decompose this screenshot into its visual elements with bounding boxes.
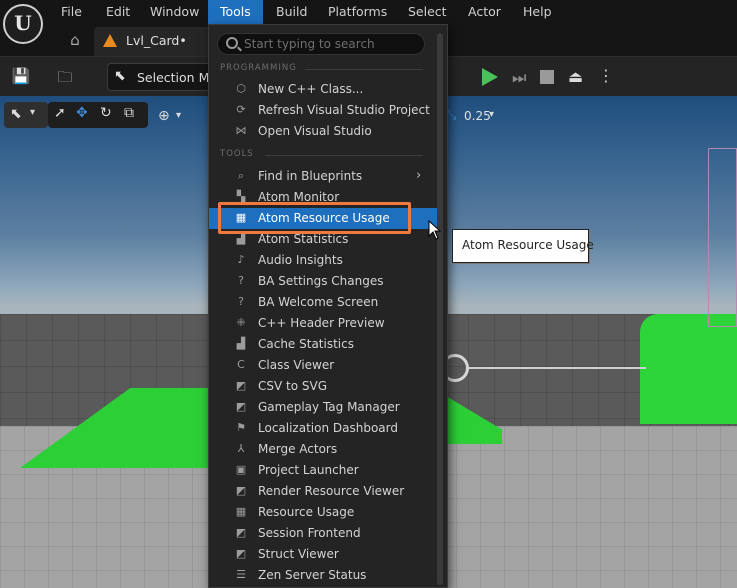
tooltip: Atom Resource Usage (452, 229, 594, 263)
menu-edit[interactable]: Edit (94, 0, 142, 24)
play-controls: ⏭ ⏏ ⋮ (476, 61, 616, 93)
menu-item-session-frontend[interactable]: ◩ Session Frontend (209, 523, 429, 544)
menu-item-new-cpp-class[interactable]: ⬡ New C++ Class... (209, 79, 429, 100)
menu-scrollbar[interactable] (437, 33, 443, 585)
menu-item-zen-server-status[interactable]: ☰ Zen Server Status (209, 565, 429, 586)
class-icon: C (237, 358, 245, 371)
save-icon[interactable]: 💾 (10, 67, 32, 87)
selection-outline (708, 148, 737, 327)
transform-tools: ➚ ✥ ↻ ⧉ (48, 102, 148, 128)
struct-icon: ◩ (235, 547, 247, 560)
menu-item-ba-settings-changes[interactable]: ? BA Settings Changes (209, 271, 429, 292)
home-icon[interactable]: ⌂ (65, 31, 85, 49)
folder-search-icon[interactable]: 🗀 (54, 67, 76, 87)
step-forward-icon[interactable]: ⏭ (512, 68, 528, 87)
tag-icon: ◩ (235, 400, 247, 413)
chevron-right-icon: › (416, 168, 422, 183)
menu-item-struct-viewer[interactable]: ◩ Struct Viewer (209, 544, 429, 565)
menu-item-class-viewer[interactable]: C Class Viewer (209, 355, 429, 376)
gizmo-axis-line (466, 367, 646, 369)
level-tab[interactable]: Lvl_Card• (94, 27, 214, 56)
mouse-cursor-icon (428, 220, 442, 240)
table-icon: ▦ (235, 505, 247, 518)
refresh-icon: ⟳ (236, 103, 246, 116)
select-tool-icon[interactable]: ➚ (54, 105, 66, 127)
select-cursor-icon: ⬉ (114, 68, 126, 84)
search-icon (226, 37, 238, 49)
menu-tools[interactable]: Tools (208, 0, 263, 24)
chevron-down-icon: ▾ (176, 110, 182, 121)
section-header-tools: TOOLS (220, 149, 254, 159)
menu-search-box[interactable] (217, 33, 425, 55)
header-preview-icon: ⁜ (236, 316, 246, 329)
menu-item-cache-statistics[interactable]: ▟ Cache Statistics (209, 334, 429, 355)
menu-actor[interactable]: Actor (456, 0, 513, 24)
merge-icon: ⅄ (237, 442, 245, 455)
rotate-tool-icon[interactable]: ↻ (100, 105, 112, 127)
menu-item-gameplay-tag-manager[interactable]: ◩ Gameplay Tag Manager (209, 397, 429, 418)
bar-chart-icon: ▟ (236, 232, 246, 245)
menu-item-audio-insights[interactable]: ♪ Audio Insights (209, 250, 429, 271)
menu-build[interactable]: Build (264, 0, 319, 24)
menu-item-csv-to-svg[interactable]: ◩ CSV to SVG (209, 376, 429, 397)
logo-glyph: U (14, 11, 32, 35)
selection-mode-dropdown[interactable]: ⬉ Selection Mode (107, 63, 217, 91)
move-tool-icon[interactable]: ✥ (76, 105, 88, 127)
menu-search-input[interactable] (244, 36, 420, 52)
highlight-annotation (218, 202, 411, 234)
stop-icon[interactable] (540, 70, 554, 84)
world-local-icon[interactable]: ⊕ (158, 108, 170, 130)
section-divider (265, 155, 423, 156)
menu-item-refresh-visual-studio[interactable]: ⟳ Refresh Visual Studio Project (209, 100, 429, 121)
unreal-logo[interactable]: U (3, 4, 43, 44)
selection-mode-label: Selection Mode (137, 70, 215, 85)
select-cursor-icon: ⬉ (10, 106, 22, 122)
flag-icon: ⚑ (236, 421, 246, 434)
viewport-options-button[interactable]: ⬉ ▾ (4, 102, 48, 128)
level-icon (103, 34, 117, 47)
scale-tool-icon[interactable]: ⧉ (124, 105, 134, 127)
convert-icon: ◩ (235, 379, 247, 392)
scale-snap-value[interactable]: 0.25 (464, 109, 491, 123)
cpp-class-icon: ⬡ (236, 82, 246, 95)
menu-item-cpp-header-preview[interactable]: ⁜ C++ Header Preview (209, 313, 429, 334)
bar-chart-icon: ▟ (236, 337, 246, 350)
menu-item-resource-usage[interactable]: ▦ Resource Usage (209, 502, 429, 523)
eject-icon[interactable]: ⏏ (568, 67, 588, 87)
menu-file[interactable]: File (49, 0, 94, 24)
search-icon: ⌕ (237, 169, 245, 182)
more-options-icon[interactable]: ⋮ (598, 66, 614, 88)
menu-item-open-visual-studio[interactable]: ⋈ Open Visual Studio (209, 121, 429, 142)
menu-window[interactable]: Window (138, 0, 211, 24)
menu-item-render-resource-viewer[interactable]: ◩ Render Resource Viewer (209, 481, 429, 502)
menu-item-merge-actors[interactable]: ⅄ Merge Actors (209, 439, 429, 460)
green-cylinder (640, 314, 737, 424)
section-header-programming: PROGRAMMING (220, 63, 297, 73)
menu-item-localization-dashboard[interactable]: ⚑ Localization Dashboard (209, 418, 429, 439)
chevron-down-icon: ▾ (489, 109, 495, 120)
session-icon: ◩ (235, 526, 247, 539)
menu-item-ba-welcome-screen[interactable]: ? BA Welcome Screen (209, 292, 429, 313)
server-icon: ☰ (236, 568, 246, 581)
viewer-icon: ◩ (235, 484, 247, 497)
help-icon: ? (238, 295, 244, 308)
help-icon: ? (238, 274, 244, 287)
level-tab-label: Lvl_Card• (126, 33, 187, 48)
chevron-down-icon: ▾ (30, 107, 36, 118)
menu-select[interactable]: Select (396, 0, 459, 24)
menu-item-project-launcher[interactable]: ▣ Project Launcher (209, 460, 429, 481)
menu-help[interactable]: Help (511, 0, 564, 24)
play-icon[interactable] (482, 68, 498, 86)
tooltip-text: Atom Resource Usage (462, 238, 594, 252)
visual-studio-icon: ⋈ (235, 124, 247, 137)
menu-platforms[interactable]: Platforms (316, 0, 399, 24)
menu-item-find-in-blueprints[interactable]: ⌕ Find in Blueprints › (209, 166, 429, 187)
tools-dropdown-menu: PROGRAMMING ⬡ New C++ Class... ⟳ Refresh… (208, 24, 448, 588)
main-menu-bar: File Edit Window Tools Build Platforms S… (0, 0, 737, 24)
audio-icon: ♪ (237, 253, 245, 266)
section-divider (305, 69, 423, 70)
launcher-icon: ▣ (235, 463, 247, 476)
